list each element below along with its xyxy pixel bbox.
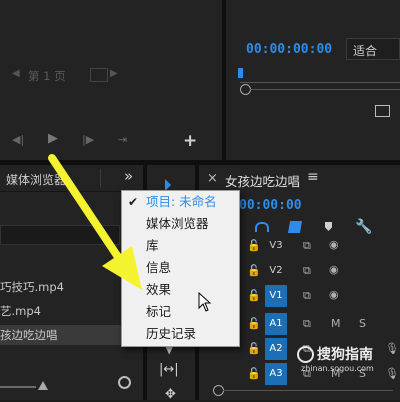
step-back-icon[interactable]: ◀| xyxy=(12,133,24,146)
add-marker-icon[interactable] xyxy=(325,222,332,231)
snap-icon[interactable] xyxy=(255,222,269,232)
timeline-timecode[interactable]: 00:00:00 xyxy=(239,198,302,213)
menu-item-history[interactable]: 历史记录 xyxy=(122,323,239,345)
program-ruler[interactable] xyxy=(238,68,400,83)
page-label: 第 1 页 xyxy=(28,69,66,83)
playhead-marker[interactable] xyxy=(238,68,243,78)
source-monitor-panel: ◀ 第 1 页 ▶ ◀| ▶ |▶ ⇥ + xyxy=(0,0,222,160)
lock-icon[interactable]: 🔓 xyxy=(247,264,261,277)
wrench-icon[interactable]: 🔧 xyxy=(355,219,372,235)
menu-item-label: 历史记录 xyxy=(146,326,197,341)
track-label[interactable]: A1 xyxy=(265,313,287,335)
thumbnail-size-slider[interactable] xyxy=(0,386,36,388)
track-header-v2[interactable]: 🔓 V2 ⧉ ◉ xyxy=(239,260,339,282)
track-label[interactable]: A3 xyxy=(265,363,287,385)
annotation-arrow xyxy=(48,154,142,290)
zoom-scrollbar[interactable] xyxy=(250,89,400,90)
file-name: 艺.mp4 xyxy=(0,304,41,318)
next-page-icon[interactable]: ▶ xyxy=(110,68,118,79)
track-label[interactable]: V3 xyxy=(265,235,287,257)
sync-lock-icon[interactable]: ⧉ xyxy=(303,289,311,303)
panel-divider xyxy=(222,0,226,160)
watermark-url: zhinan.sogou.com xyxy=(301,364,374,373)
track-label[interactable]: V2 xyxy=(265,260,287,282)
step-forward-icon[interactable]: |▶ xyxy=(82,133,94,146)
program-timecode[interactable]: 00:00:00:00 xyxy=(246,42,332,57)
watermark-logo-icon xyxy=(297,346,314,363)
search-icon[interactable] xyxy=(118,376,131,389)
ripple-edit-tool-icon[interactable]: |↔| xyxy=(159,362,179,377)
menu-item-markers[interactable]: 标记 xyxy=(122,301,239,323)
eye-icon[interactable]: ◉ xyxy=(329,263,339,276)
watermark-brand: 搜狗指南 xyxy=(317,347,373,363)
sequence-title[interactable]: 女孩边吃边唱 xyxy=(225,171,300,190)
sync-lock-icon[interactable]: ⧉ xyxy=(303,264,311,278)
fit-dropdown-label: 适合 xyxy=(353,44,378,58)
file-name: 孩边吃边唱 xyxy=(0,328,58,342)
program-monitor-panel: 00:00:00:00 适合 xyxy=(226,0,400,160)
page-select-box[interactable] xyxy=(90,68,108,82)
slider-handle-icon[interactable] xyxy=(38,381,48,390)
overwrite-icon[interactable]: ⇥ xyxy=(118,133,127,146)
timeline-zoom-scrollbar[interactable] xyxy=(223,390,393,391)
track-header-a1[interactable]: 🔓 A1 ⧉ M S xyxy=(239,313,399,335)
page-navigator[interactable]: ◀ 第 1 页 ▶ xyxy=(12,68,118,84)
watermark: 搜狗指南 zhinan.sogou.com xyxy=(297,346,397,386)
export-frame-icon[interactable] xyxy=(375,105,390,117)
lock-icon[interactable]: 🔓 xyxy=(247,317,261,330)
eye-icon[interactable]: ◉ xyxy=(329,288,339,301)
track-header-v1[interactable]: 🔓 V1 ⧉ ◉ xyxy=(239,285,339,307)
lock-icon[interactable]: 🔓 xyxy=(247,342,261,355)
track-label[interactable]: V1 xyxy=(265,285,287,307)
solo-button[interactable]: S xyxy=(359,317,366,330)
mute-button[interactable]: M xyxy=(331,317,341,330)
add-button-icon[interactable]: + xyxy=(183,131,197,151)
fit-dropdown[interactable]: 适合 xyxy=(346,38,400,60)
lock-icon[interactable]: 🔓 xyxy=(247,289,261,302)
menu-item-label: 标记 xyxy=(146,304,172,319)
play-icon[interactable]: ▶ xyxy=(48,131,58,146)
lock-icon[interactable]: 🔓 xyxy=(247,239,261,252)
close-tab-icon[interactable]: × xyxy=(207,171,218,186)
prev-page-icon[interactable]: ◀ xyxy=(12,68,20,79)
panel-menu-icon[interactable]: ≡ xyxy=(307,169,319,185)
mouse-cursor-icon xyxy=(198,292,212,312)
sync-lock-icon[interactable]: ⧉ xyxy=(303,317,311,331)
track-header-v3[interactable]: 🔓 V3 ⧉ ◉ xyxy=(239,235,339,257)
sync-lock-icon[interactable]: ⧉ xyxy=(303,239,311,253)
track-label[interactable]: A2 xyxy=(265,338,287,360)
lock-icon[interactable]: 🔓 xyxy=(247,367,261,380)
eye-icon[interactable]: ◉ xyxy=(329,238,339,251)
linked-selection-icon[interactable] xyxy=(287,221,303,233)
